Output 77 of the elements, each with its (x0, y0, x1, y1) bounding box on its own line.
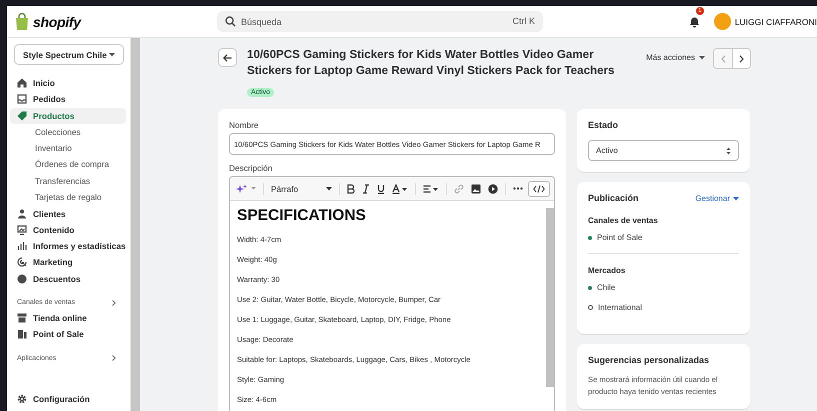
nav-item[interactable]: Informes y estadísticas (10, 238, 126, 254)
nav-item[interactable]: Tienda online (10, 310, 126, 326)
nav-item[interactable]: Descuentos (10, 270, 126, 287)
code-icon (533, 184, 545, 192)
sparkle-icon (236, 184, 248, 194)
market-name: International (598, 303, 642, 312)
nav-item[interactable]: Contenido (10, 222, 126, 238)
status-select[interactable]: Activo (588, 140, 739, 161)
channel-name: Point of Sale (597, 233, 642, 242)
bar-chart-icon (17, 241, 27, 252)
nav-item[interactable]: Point of Sale (10, 326, 126, 342)
target-icon (17, 257, 27, 268)
up-down-icon (726, 146, 731, 154)
logo-text: shopify (33, 14, 81, 30)
notifications-button[interactable] (688, 16, 700, 28)
nav-item[interactable]: Productos (10, 108, 126, 124)
chevron-icon (112, 300, 116, 306)
image-icon (471, 184, 482, 194)
manage-link[interactable]: Gestionar (695, 194, 739, 203)
user-name[interactable]: LUIGGI CIAFFARONI (734, 16, 817, 26)
nav-subitem[interactable]: Colecciones (10, 124, 126, 140)
chevron-left-icon (720, 54, 726, 62)
caret-icon (251, 187, 256, 190)
chevron-icon (112, 355, 116, 362)
card-title: Sugerencias personalizadas (588, 355, 710, 365)
circle-icon (17, 274, 27, 284)
store-icon (17, 313, 27, 323)
more-icon (512, 187, 523, 190)
field-label: Descripción (229, 163, 274, 173)
field-label: Nombre (229, 120, 260, 130)
gear-icon (17, 394, 27, 404)
more-button[interactable] (510, 185, 525, 192)
description-heading: SPECIFICATIONS (237, 207, 367, 225)
chevron-right-icon (739, 54, 744, 62)
person-icon (17, 208, 27, 219)
product-title: 10/60PCS Gaming Stickers for Kids Water Bottles Video Gamer Stickers for Laptop Game Reward Vinyl Stickers Pack for Teachers (247, 47, 616, 78)
video-button[interactable] (486, 182, 500, 196)
nav-item[interactable]: Inicio (10, 75, 126, 92)
nav-item[interactable]: Pedidos (10, 91, 126, 108)
market-name: Chile (597, 283, 616, 292)
monitor-icon (17, 224, 27, 235)
inbox-icon (17, 94, 27, 104)
nav-subitem[interactable]: Tarjetas de regalo (10, 189, 126, 206)
back-button[interactable] (218, 48, 237, 67)
next-button[interactable] (732, 49, 750, 68)
card-title: Publicación (588, 193, 639, 203)
editor-scrollbar[interactable] (546, 208, 554, 387)
nav-subitem[interactable]: Órdenes de compra (10, 156, 126, 173)
play-icon (488, 184, 498, 194)
link-icon (454, 184, 464, 194)
tag-icon (17, 110, 27, 121)
device-icon (17, 329, 27, 340)
card-title: Estado (588, 120, 620, 130)
subsection-title: Canales de ventas (588, 216, 659, 225)
sidebar-scrollbar[interactable] (130, 38, 140, 411)
store-selector[interactable]: Style Spectrum Chile (14, 44, 124, 65)
search-icon (225, 16, 236, 27)
more-actions-button[interactable]: Más acciones (646, 53, 705, 62)
bell-icon (688, 16, 700, 28)
house-icon (17, 78, 27, 88)
nav-item[interactable]: Marketing (10, 254, 126, 271)
nav-item[interactable]: Clientes (10, 205, 126, 222)
caret-icon (733, 196, 739, 200)
paragraph-dropdown[interactable]: Párrafo (268, 182, 334, 196)
image-button[interactable] (469, 182, 484, 196)
nav-item[interactable]: Configuración (10, 390, 126, 407)
shortcut-hint: Ctrl K (512, 16, 535, 26)
bold-button[interactable] (345, 182, 358, 196)
subsection-title: Mercados (588, 266, 626, 275)
caret-icon (109, 52, 115, 56)
code-view-button[interactable] (528, 180, 550, 196)
caret-icon (326, 186, 332, 190)
nav-subitem[interactable]: Inventario (10, 140, 126, 156)
arrow-left-icon (223, 54, 232, 62)
caret-icon (699, 56, 705, 60)
shopping-bag-icon (14, 12, 30, 30)
nav-subitem[interactable]: Transferencias (10, 172, 126, 190)
